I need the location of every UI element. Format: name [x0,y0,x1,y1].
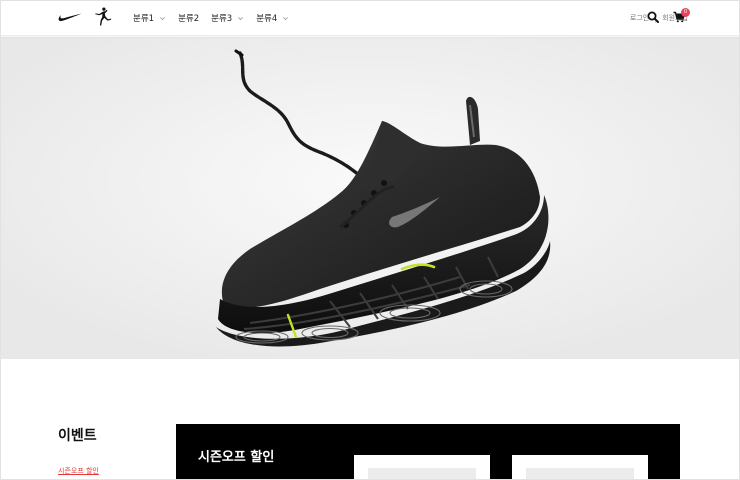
cart-count-badge: 0 [681,8,690,17]
nav-item-label: 분류3 [211,14,233,24]
nav-item-label: 분류1 [133,14,155,24]
product-card[interactable] [354,455,490,480]
site-header: 분류1 분류2 분류3 분류4 로그인 회원가입 0 [0,0,740,36]
main-nav: 분류1 분류2 분류3 분류4 [133,0,301,36]
jordan-logo[interactable] [94,7,112,27]
nike-logo[interactable] [58,10,82,24]
chevron-down-icon [283,16,289,20]
search-icon[interactable] [647,11,659,23]
chevron-down-icon [238,16,244,20]
hero-banner[interactable] [0,37,740,359]
event-section-title: 이벤트 [58,428,97,444]
nav-item-category2[interactable]: 분류2 [178,12,199,24]
nav-item-label: 분류4 [256,14,278,24]
nav-item-category4[interactable]: 분류4 [256,12,289,24]
promo-banner[interactable]: 시즌오프 할인 [176,424,680,480]
product-card[interactable] [512,455,648,480]
event-link-season-off[interactable]: 시즌오프 할인 [58,466,99,476]
nav-item-label: 분류2 [178,14,200,24]
product-image-placeholder [526,468,634,480]
hero-sneaker-image [0,37,740,359]
chevron-down-icon [160,16,165,20]
promo-title: 시즌오프 할인 [198,450,275,465]
nav-item-category1[interactable]: 분류1 [133,12,166,24]
product-image-placeholder [368,468,476,480]
nav-item-category3[interactable]: 분류3 [211,12,244,24]
